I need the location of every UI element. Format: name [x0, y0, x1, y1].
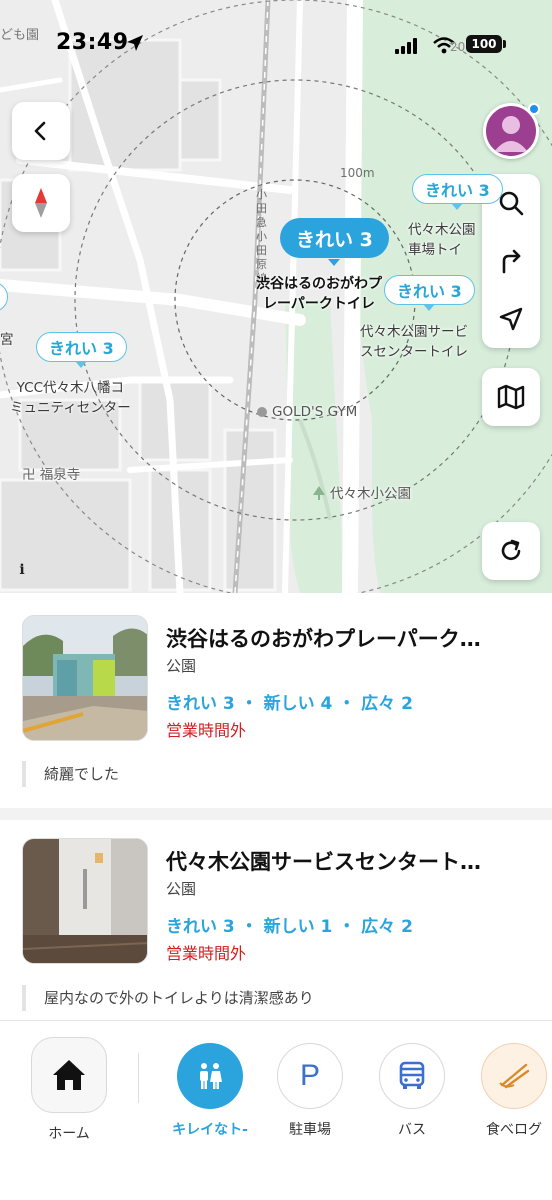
nav-divider	[138, 1053, 139, 1103]
map-pin-yoyogi-service[interactable]: きれい 3	[384, 275, 475, 311]
location-services-icon	[127, 35, 143, 51]
battery-tip	[503, 40, 506, 48]
nav-bus[interactable]: バス	[372, 1043, 452, 1139]
refresh-button[interactable]	[482, 522, 540, 580]
nav-bus-label: バス	[398, 1122, 426, 1138]
place-category: 公園	[166, 880, 197, 898]
place-scores: きれい 3 ・ 新しい 4 ・ 広々 2	[166, 694, 413, 714]
user-icon	[494, 116, 528, 152]
nav-home[interactable]: ホーム	[30, 1037, 108, 1143]
yoyogi-parking-label: 代々木公園 車場トイ	[408, 222, 476, 258]
bottom-category-bar: ホーム キレイなト‐ P 駐車場 バス 食べログ	[0, 1020, 552, 1200]
yoyogi-service-label: 代々木公園サービ スセンタートイレ	[360, 324, 468, 360]
place-photo	[22, 838, 148, 964]
place-photo	[22, 615, 148, 741]
gym-marker-icon	[257, 407, 267, 417]
fukusenji-label: 卍 福泉寺	[22, 467, 81, 483]
bus-icon	[399, 1061, 425, 1089]
cellular-signal-icon	[395, 38, 417, 54]
miya-label: 宮	[0, 332, 14, 348]
scale-label: 100m	[340, 166, 375, 180]
turn-right-icon	[502, 249, 521, 274]
place-scores: きれい 3 ・ 新しい 1 ・ 広々 2	[166, 917, 413, 937]
indoor-toilet-photo	[23, 839, 147, 963]
status-bar: ども園 23:49 20 100	[0, 0, 552, 90]
back-icon	[34, 121, 46, 141]
map-view[interactable]: ども園 23:49 20 100 100m 小田急小田原線 きれい 3 きれい …	[0, 0, 552, 593]
bus-category-button[interactable]	[379, 1043, 445, 1109]
back-button[interactable]	[12, 102, 70, 160]
park-toilet-photo	[23, 616, 147, 740]
map-icon	[497, 384, 525, 410]
place-comment: 屋内なので外のトイレよりは清潔感あり	[22, 985, 314, 1011]
chopsticks-icon	[499, 1063, 530, 1089]
golds-gym-label: GOLD'S GYM	[272, 404, 358, 420]
place-comment: 綺麗でした	[22, 761, 119, 787]
route-button[interactable]	[482, 232, 540, 290]
map-corner-label: ども園	[0, 28, 40, 43]
map-pin-selected[interactable]: きれい 3	[280, 218, 389, 266]
home-button-tile[interactable]	[31, 1037, 107, 1113]
list-item[interactable]: 代々木公園サービスセンタート… 公園 きれい 3 ・ 新しい 1 ・ 広々 2 …	[0, 820, 552, 1020]
map-info-icon[interactable]: i	[12, 560, 32, 580]
nav-parking-label: 駐車場	[289, 1122, 331, 1138]
place-category: 公園	[166, 657, 197, 675]
nav-home-label: ホーム	[48, 1126, 90, 1142]
nav-toilet[interactable]: キレイなト‐	[170, 1043, 250, 1139]
toilet-category-button[interactable]	[177, 1043, 243, 1109]
compass-button[interactable]	[12, 174, 70, 232]
selected-place-label: 渋谷はるのおがわプ レーパークトイレ	[256, 276, 382, 312]
ycc-label: YCC代々木八幡コ ミュニティセンター	[10, 380, 131, 416]
battery-indicator: 100	[466, 35, 502, 53]
map-pin-yoyogi-parking[interactable]: きれい 3	[412, 174, 503, 210]
tabelog-category-button[interactable]	[481, 1043, 547, 1109]
place-title[interactable]: 渋谷はるのおがわプレーパーク…	[166, 623, 536, 653]
railway-label: 小田急小田原線	[256, 188, 267, 285]
nav-parking[interactable]: P 駐車場	[270, 1043, 350, 1139]
restroom-icon	[200, 1063, 222, 1089]
nav-tabelog-label: 食べログ	[486, 1122, 542, 1138]
nav-toilet-label: キレイなト‐	[172, 1122, 248, 1138]
small-park-label: 代々木小公園	[330, 486, 411, 502]
map-type-button[interactable]	[482, 368, 540, 426]
nav-tabelog[interactable]: 食べログ	[474, 1043, 552, 1139]
toilet-list: 渋谷はるのおがわプレーパーク… 公園 きれい 3 ・ 新しい 4 ・ 広々 2 …	[0, 593, 552, 1020]
compass-icon	[35, 188, 47, 218]
notification-dot	[528, 103, 540, 115]
parking-icon: P	[299, 1059, 320, 1092]
list-separator	[0, 808, 552, 820]
parking-category-button[interactable]: P	[277, 1043, 343, 1109]
place-hours-status: 営業時間外	[166, 721, 247, 740]
home-icon	[53, 1060, 85, 1090]
location-arrow-icon	[499, 307, 523, 331]
map-corner-right-label: 20	[450, 40, 466, 54]
refresh-icon	[501, 539, 521, 560]
park-tree-icon	[313, 486, 325, 500]
locate-button[interactable]	[482, 290, 540, 348]
status-time: 23:49	[56, 30, 129, 55]
place-title[interactable]: 代々木公園サービスセンタート…	[166, 846, 536, 876]
map-pin-ycc[interactable]: きれい 3	[36, 332, 127, 368]
place-hours-status: 営業時間外	[166, 944, 247, 963]
list-item[interactable]: 渋谷はるのおがわプレーパーク… 公園 きれい 3 ・ 新しい 4 ・ 広々 2 …	[0, 593, 552, 808]
